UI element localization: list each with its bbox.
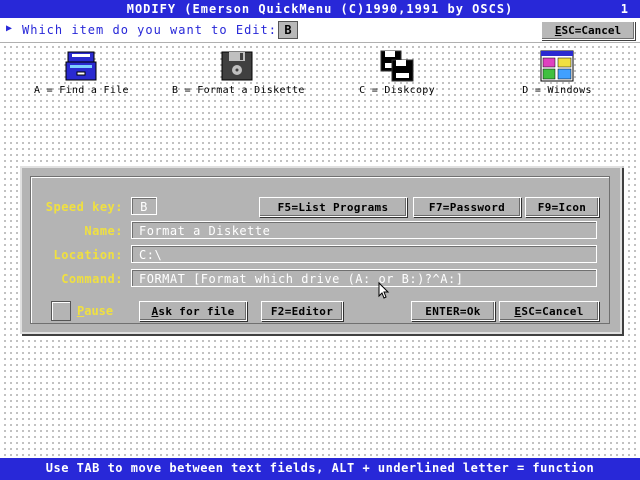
selected-key-box[interactable]: B [278, 21, 298, 39]
modify-dialog: Speed key: B F5=List Programs F7=Passwor… [20, 166, 622, 334]
location-label: Location: [53, 248, 123, 262]
menu-item-diskcopy[interactable]: C = Diskcopy [350, 50, 444, 96]
ok-button[interactable]: ENTER=Ok [411, 301, 495, 321]
menu-item-find-file[interactable]: A = Find a File [34, 50, 129, 96]
editor-button[interactable]: F2=Editor [261, 301, 343, 321]
command-label: Command: [61, 272, 123, 286]
esc-label: SC=Cancel [561, 24, 622, 37]
status-bar: Use TAB to move between text fields, ALT… [0, 458, 640, 480]
name-label: Name: [84, 224, 123, 238]
esc-cancel-button-top[interactable]: ESC=Cancel [541, 21, 635, 40]
password-button[interactable]: F7=Password [413, 197, 521, 217]
pause-text: ause [84, 304, 114, 318]
list-programs-button[interactable]: F5=List Programs [259, 197, 407, 217]
menu-item-windows[interactable]: D = Windows [512, 50, 602, 96]
ask-text: sk for file [158, 305, 235, 318]
icon-button[interactable]: F9=Icon [525, 197, 599, 217]
ask-for-file-button[interactable]: Ask for file [139, 301, 247, 321]
pause-checkbox[interactable] [51, 301, 71, 321]
triangle-right-icon: ▶ [6, 23, 13, 34]
menu-item-label: B = Format a Diskette [172, 85, 305, 96]
menu-item-label: D = Windows [522, 85, 592, 96]
diskette-icon [220, 50, 254, 82]
menu-item-label: C = Diskcopy [359, 85, 435, 96]
menu-item-format-diskette[interactable]: B = Format a Diskette [172, 50, 305, 96]
command-field[interactable]: FORMAT [Format which drive (A: or B:)?^A… [131, 269, 597, 287]
location-field[interactable]: C:\ [131, 245, 597, 263]
file-cabinet-icon [64, 50, 98, 82]
mouse-pointer-icon [378, 281, 390, 303]
cancel-button[interactable]: ESC=Cancel [499, 301, 599, 321]
page-number: 1 [620, 2, 628, 16]
speed-key-field[interactable]: B [131, 197, 157, 215]
esc-hotkey: E [554, 24, 562, 37]
diskcopy-icon [380, 50, 414, 82]
menu-item-label: A = Find a File [34, 85, 129, 96]
name-field[interactable]: Format a Diskette [131, 221, 597, 239]
windows-icon [540, 50, 574, 82]
window-title: MODIFY (Emerson QuickMenu (C)1990,1991 b… [126, 2, 514, 16]
cancel-text: SC=Cancel [521, 305, 584, 318]
edit-prompt: Which item do you want to Edit: [22, 23, 277, 37]
dialog-inner-panel: Speed key: B F5=List Programs F7=Passwor… [30, 176, 610, 324]
pause-label[interactable]: Pause [77, 304, 113, 318]
title-bar: MODIFY (Emerson QuickMenu (C)1990,1991 b… [0, 0, 640, 18]
speed-key-label: Speed key: [45, 200, 123, 214]
